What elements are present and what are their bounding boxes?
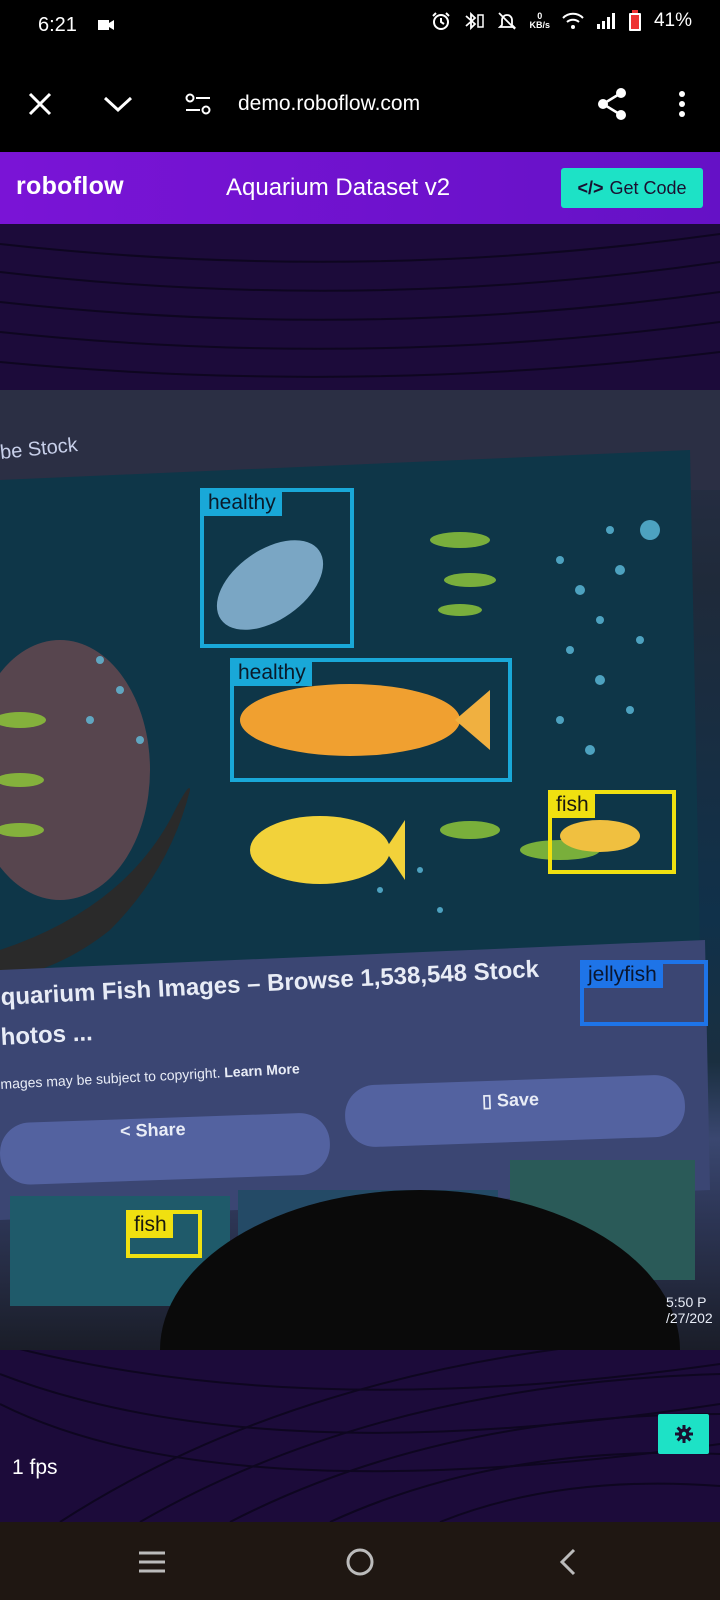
app-header: roboflow Aquarium Dataset v2 </> Get Cod… bbox=[0, 152, 720, 224]
bluetooth-battery-icon bbox=[465, 11, 485, 31]
url-bar[interactable]: demo.roboflow.com bbox=[238, 92, 420, 116]
close-icon bbox=[28, 92, 52, 116]
more-options-button[interactable] bbox=[662, 84, 702, 124]
network-speed-unit: KB/s bbox=[529, 20, 550, 30]
network-speed: 0 KB/s bbox=[529, 12, 550, 30]
status-bar: 6:21 0 KB/s 41% bbox=[0, 0, 720, 54]
battery-percent: 41% bbox=[653, 10, 692, 31]
wifi-icon bbox=[562, 12, 584, 29]
menu-icon bbox=[139, 1551, 165, 1573]
roboflow-logo[interactable]: roboflow bbox=[16, 172, 124, 201]
system-nav-bar bbox=[0, 1522, 720, 1600]
video-camera-icon bbox=[98, 20, 114, 30]
recent-apps-button[interactable] bbox=[130, 1540, 174, 1584]
notifications-off-icon bbox=[498, 12, 517, 30]
back-button[interactable] bbox=[546, 1540, 590, 1584]
gear-icon bbox=[674, 1425, 693, 1443]
site-settings-icon bbox=[185, 93, 211, 115]
detection-label: fish bbox=[128, 1212, 173, 1238]
detection-box-healthy: healthy bbox=[230, 658, 512, 782]
alarm-icon bbox=[432, 12, 451, 30]
main-area: be Stock quarium Fish Images – Browse 1,… bbox=[0, 224, 720, 1522]
chevron-down-icon bbox=[103, 96, 133, 113]
battery-icon bbox=[628, 10, 641, 31]
save-label-text: Save bbox=[496, 1089, 540, 1111]
code-icon: </> bbox=[577, 177, 604, 198]
share-label: < Share bbox=[120, 1119, 186, 1142]
detection-label: healthy bbox=[232, 660, 312, 686]
detection-box-jellyfish: jellyfish bbox=[580, 960, 708, 1026]
detection-label: healthy bbox=[202, 490, 282, 516]
get-code-label: Get Code bbox=[609, 177, 687, 198]
share-small-icon: < bbox=[119, 1120, 131, 1142]
home-button[interactable] bbox=[338, 1540, 382, 1584]
browser-toolbar: demo.roboflow.com bbox=[0, 54, 720, 152]
fps-counter: 1 fps bbox=[12, 1456, 58, 1479]
detection-box-fish: fish bbox=[126, 1210, 202, 1258]
more-vert-icon bbox=[679, 91, 685, 117]
close-tab-button[interactable] bbox=[20, 84, 60, 124]
back-chevron-icon bbox=[559, 1548, 576, 1576]
timestamp-date: /27/202 bbox=[666, 1310, 713, 1326]
bookmark-icon: ▯ bbox=[481, 1090, 493, 1111]
timestamp-time: 5:50 P bbox=[666, 1294, 707, 1310]
site-settings-button[interactable] bbox=[178, 84, 218, 124]
detection-box-fish: fish bbox=[548, 790, 676, 874]
status-time: 6:21 bbox=[38, 14, 77, 36]
page-title: Aquarium Dataset v2 bbox=[226, 174, 451, 201]
settings-button[interactable] bbox=[658, 1414, 709, 1454]
get-code-button[interactable]: </> Get Code bbox=[561, 168, 703, 208]
minimize-button[interactable] bbox=[98, 84, 138, 124]
signal-icon bbox=[596, 13, 615, 29]
home-circle-icon bbox=[346, 1548, 374, 1576]
screen-timestamp: 5:50 P /27/202 bbox=[666, 1294, 713, 1326]
detection-box-healthy: healthy bbox=[200, 488, 354, 648]
page-title-line2: hotos ... bbox=[0, 1019, 94, 1051]
detection-label: fish bbox=[550, 792, 595, 818]
save-label: ▯ Save bbox=[482, 1089, 540, 1112]
share-icon bbox=[598, 88, 626, 120]
status-icons: 0 KB/s 41% bbox=[431, 10, 692, 32]
detection-label: jellyfish bbox=[582, 962, 663, 988]
share-label-text: Share bbox=[135, 1118, 186, 1141]
share-button[interactable] bbox=[592, 84, 632, 124]
camera-feed: be Stock quarium Fish Images – Browse 1,… bbox=[0, 390, 720, 1350]
